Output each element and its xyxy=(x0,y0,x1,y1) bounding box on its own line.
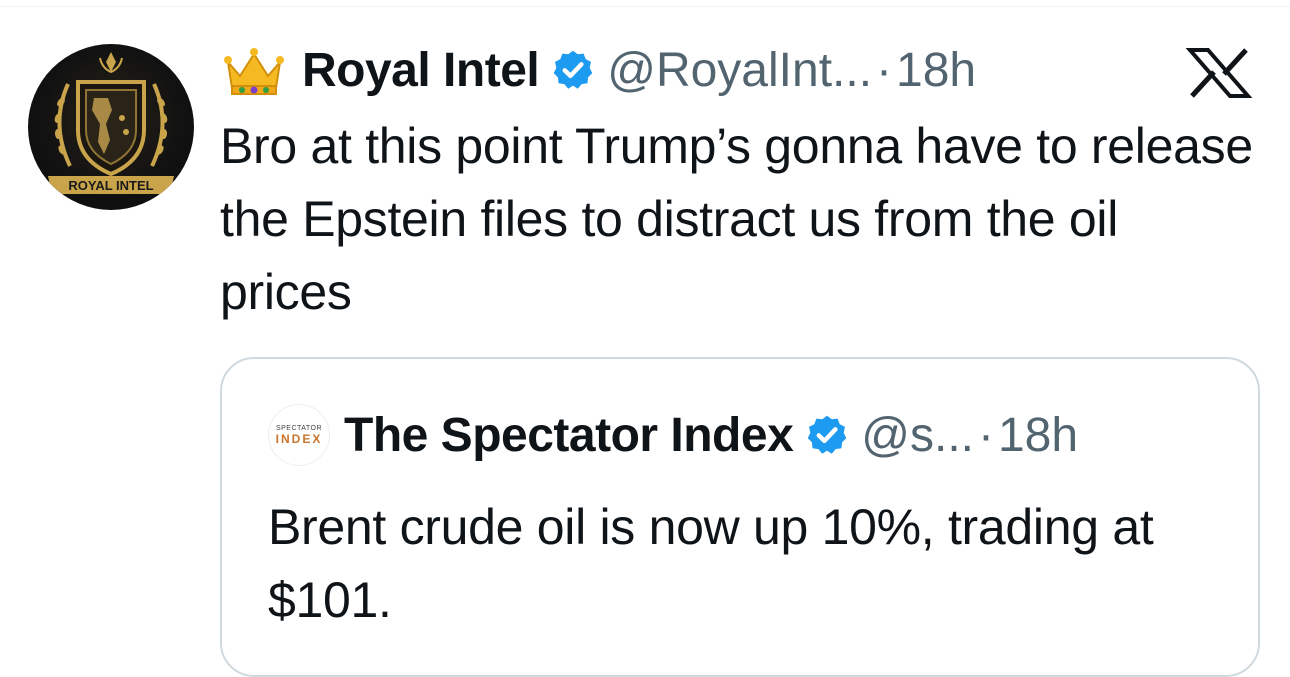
tweet-header: Royal Intel @RoyalInt... · 18h xyxy=(222,40,976,100)
quote-handle[interactable]: @s... xyxy=(861,408,974,463)
quote-separator-dot: · xyxy=(978,408,994,462)
quote-display-name[interactable]: The Spectator Index xyxy=(344,408,794,463)
tweet-text: Bro at this point Trump’s gonna have to … xyxy=(220,118,1253,320)
quote-verified-badge-icon xyxy=(808,415,847,454)
quote-header: SPECTATOR INDEX The Spectator Index @s..… xyxy=(268,403,1078,467)
tweet[interactable]: ROYAL INTEL Royal Intel @RoyalInt... · 1… xyxy=(0,0,1290,677)
avatar[interactable]: ROYAL INTEL xyxy=(28,44,194,210)
quote-text: Brent crude oil is now up 10%, trading a… xyxy=(268,499,1154,628)
x-logo-icon[interactable] xyxy=(1180,48,1258,98)
quote-avatar-bottom-text: INDEX xyxy=(275,431,323,446)
quoted-tweet[interactable]: SPECTATOR INDEX The Spectator Index @s..… xyxy=(220,357,1260,677)
display-name[interactable]: Royal Intel xyxy=(302,43,540,98)
verified-badge-icon xyxy=(553,50,593,89)
separator-dot: · xyxy=(876,43,893,97)
quote-avatar[interactable]: SPECTATOR INDEX xyxy=(268,404,330,466)
royal-intel-logo: ROYAL INTEL xyxy=(48,52,174,194)
crown-icon xyxy=(224,48,284,95)
quote-timestamp[interactable]: 18h xyxy=(998,408,1078,463)
timestamp[interactable]: 18h xyxy=(896,43,976,98)
avatar-banner-text: ROYAL INTEL xyxy=(68,178,153,193)
handle[interactable]: @RoyalInt... xyxy=(607,43,872,98)
